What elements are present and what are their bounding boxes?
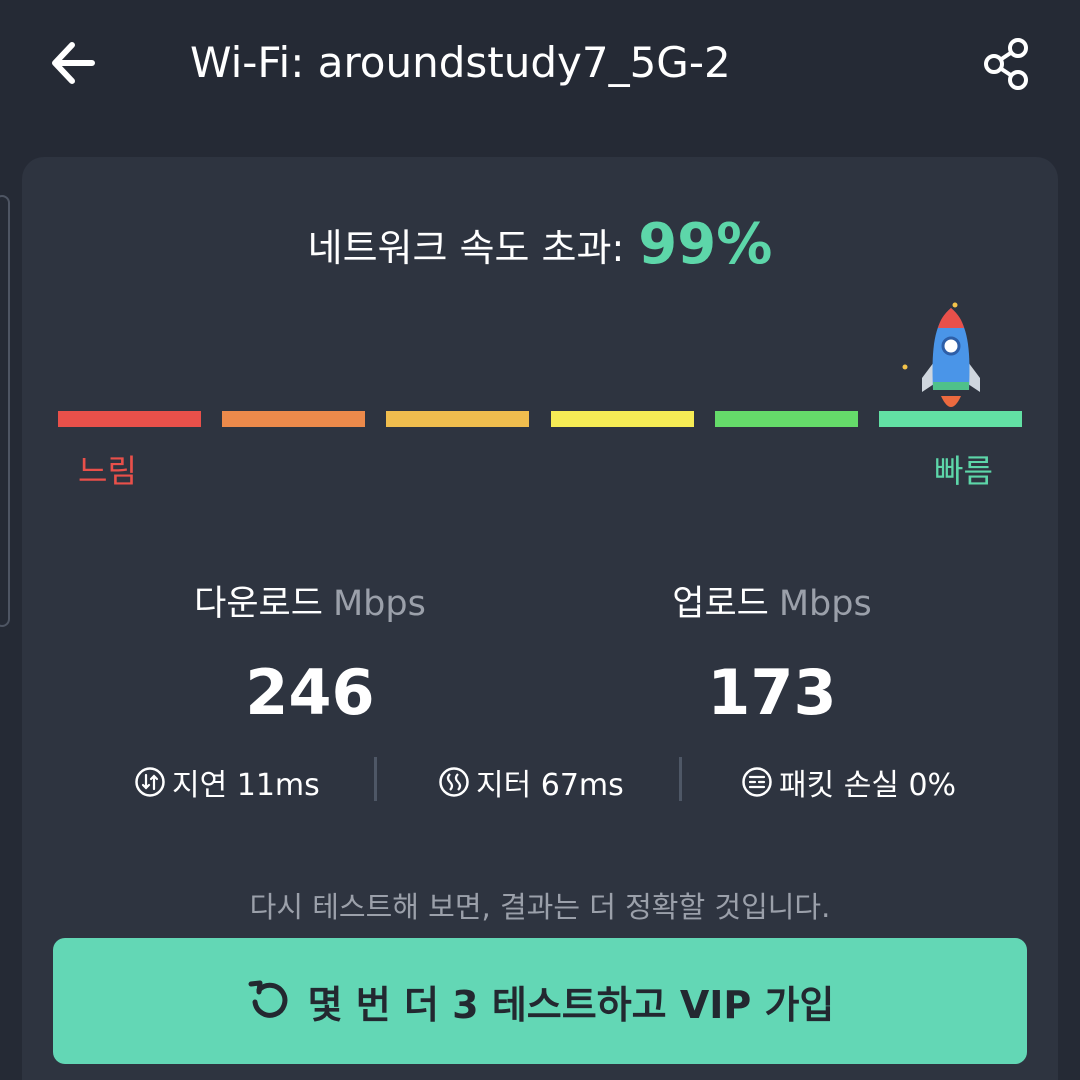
download-label: 다운로드 — [194, 584, 323, 624]
retest-vip-label: 몇 번 더 3 테스트하고 VIP 가입 — [307, 982, 835, 1027]
speed-scale-segment — [551, 411, 694, 427]
packet-loss-text: 패킷 손실 0% — [779, 768, 957, 803]
rocket-icon — [902, 302, 980, 407]
packet-loss-metric: 패킷 손실 0% — [741, 760, 956, 804]
latency-icon — [135, 767, 165, 797]
speed-percentile-headline: 네트워크 속도 초과: 99% — [0, 212, 1080, 277]
latency-metric: 지연 11ms — [134, 760, 320, 804]
metric-divider — [679, 757, 682, 801]
upload-label: 업로드 — [672, 584, 769, 624]
metric-divider — [374, 757, 377, 801]
upload-value: 173 — [707, 656, 837, 729]
speed-scale-segment — [222, 411, 365, 427]
upload-stat: 업로드 Mbps 173 — [562, 575, 982, 729]
back-button[interactable] — [40, 28, 110, 98]
retest-note: 다시 테스트해 보면, 결과는 더 정확할 것입니다. — [249, 890, 831, 924]
slow-label: 느림 — [78, 452, 137, 490]
app-bar: Wi-Fi: aroundstudy7_5G-2 — [0, 0, 1080, 135]
share-icon — [984, 38, 1028, 90]
retest-vip-button[interactable]: 몇 번 더 3 테스트하고 VIP 가입 — [53, 938, 1027, 1064]
percentile-value: 99% — [638, 212, 773, 277]
page-title: Wi-Fi: aroundstudy7_5G-2 — [190, 38, 731, 87]
download-stat: 다운로드 Mbps 246 — [100, 575, 520, 729]
packet-loss-icon — [742, 767, 772, 797]
upload-unit: Mbps — [778, 584, 872, 624]
jitter-metric: 지터 67ms — [438, 760, 624, 804]
fast-label: 빠름 — [934, 452, 993, 490]
jitter-text: 지터 67ms — [476, 768, 624, 803]
percentile-label: 네트워크 속도 초과: — [307, 226, 625, 270]
retry-icon — [248, 980, 287, 1018]
latency-text: 지연 11ms — [172, 768, 320, 803]
speed-scale-segment — [386, 411, 529, 427]
download-unit: Mbps — [332, 584, 426, 624]
jitter-icon — [439, 767, 469, 797]
download-value: 246 — [245, 656, 375, 729]
arrow-left-icon — [52, 42, 95, 84]
share-button[interactable] — [970, 28, 1042, 100]
speed-scale-segment — [58, 411, 201, 427]
speed-scale-segment — [715, 411, 858, 427]
